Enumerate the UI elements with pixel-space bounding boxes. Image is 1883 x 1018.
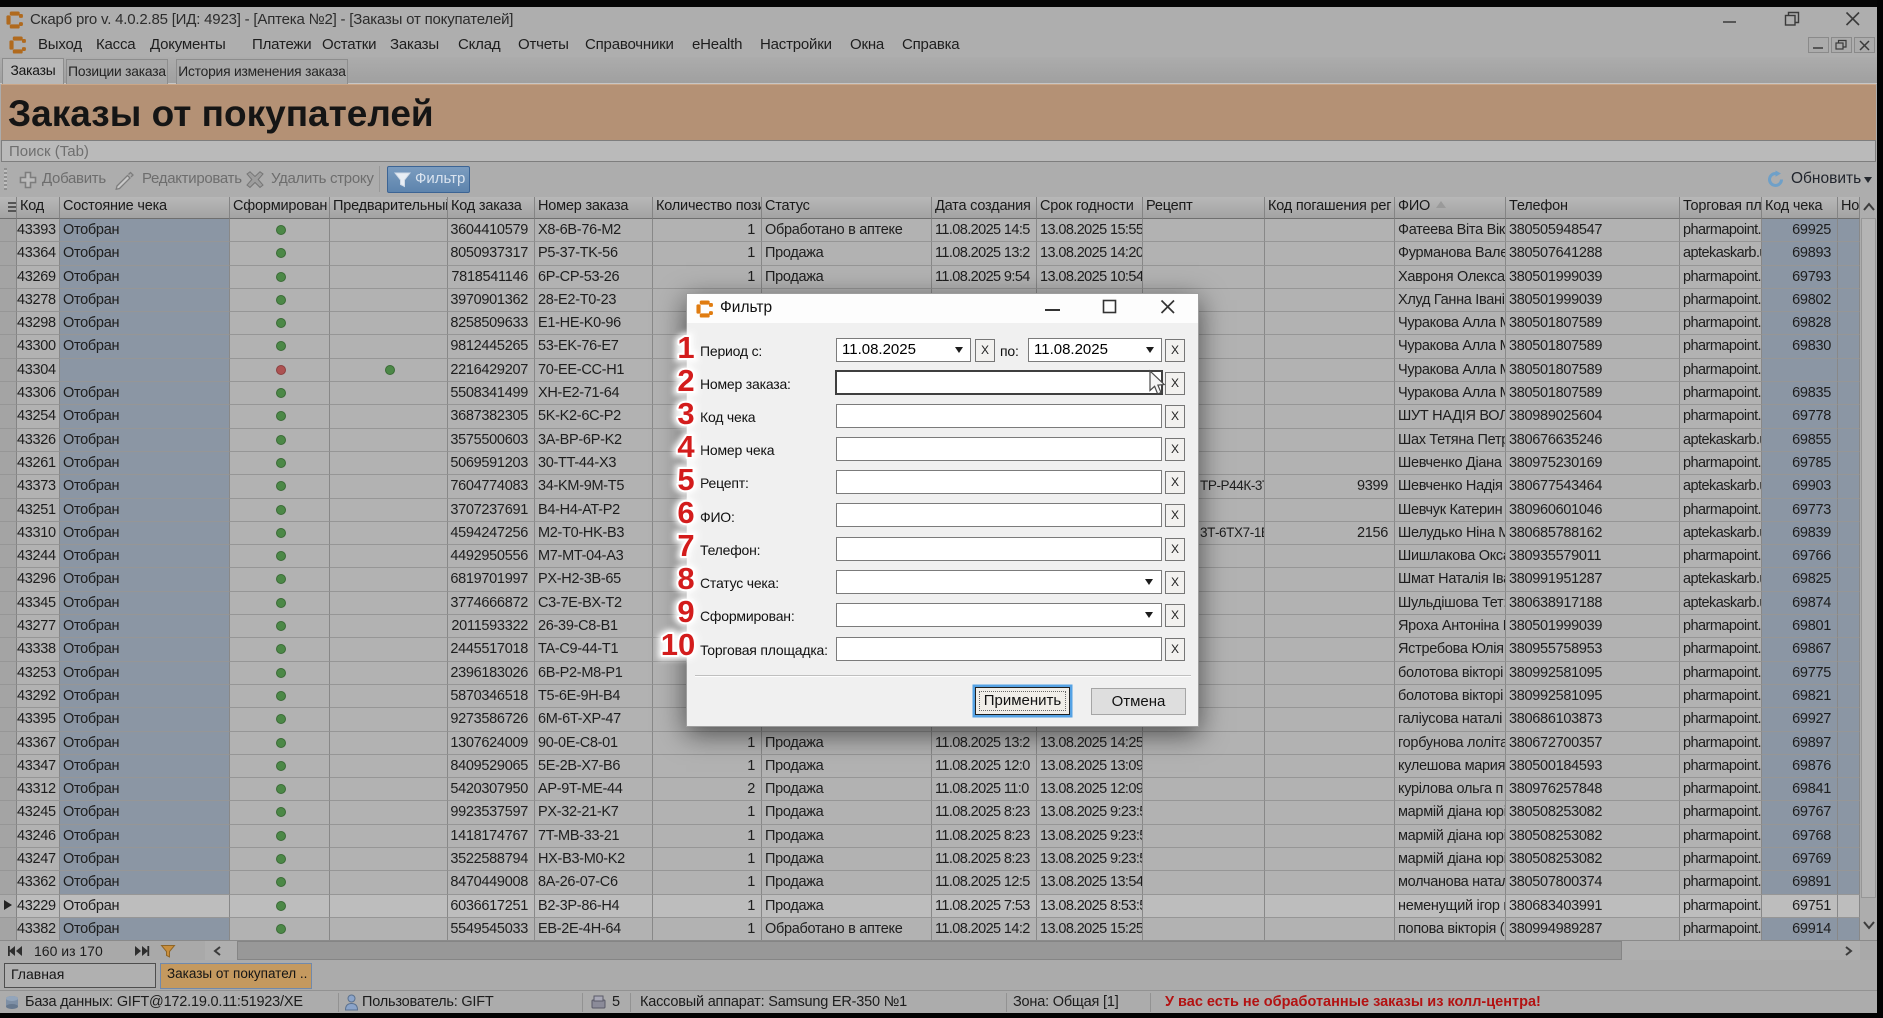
svg-text:8: 8 (677, 561, 694, 596)
svg-text:10: 10 (661, 627, 695, 662)
svg-text:3: 3 (677, 396, 694, 431)
svg-text:2: 2 (677, 363, 694, 398)
svg-text:9: 9 (677, 594, 694, 629)
svg-text:7: 7 (677, 528, 694, 563)
svg-text:4: 4 (677, 429, 695, 464)
svg-text:6: 6 (677, 495, 694, 530)
svg-text:1: 1 (677, 330, 694, 365)
svg-text:5: 5 (677, 462, 694, 497)
